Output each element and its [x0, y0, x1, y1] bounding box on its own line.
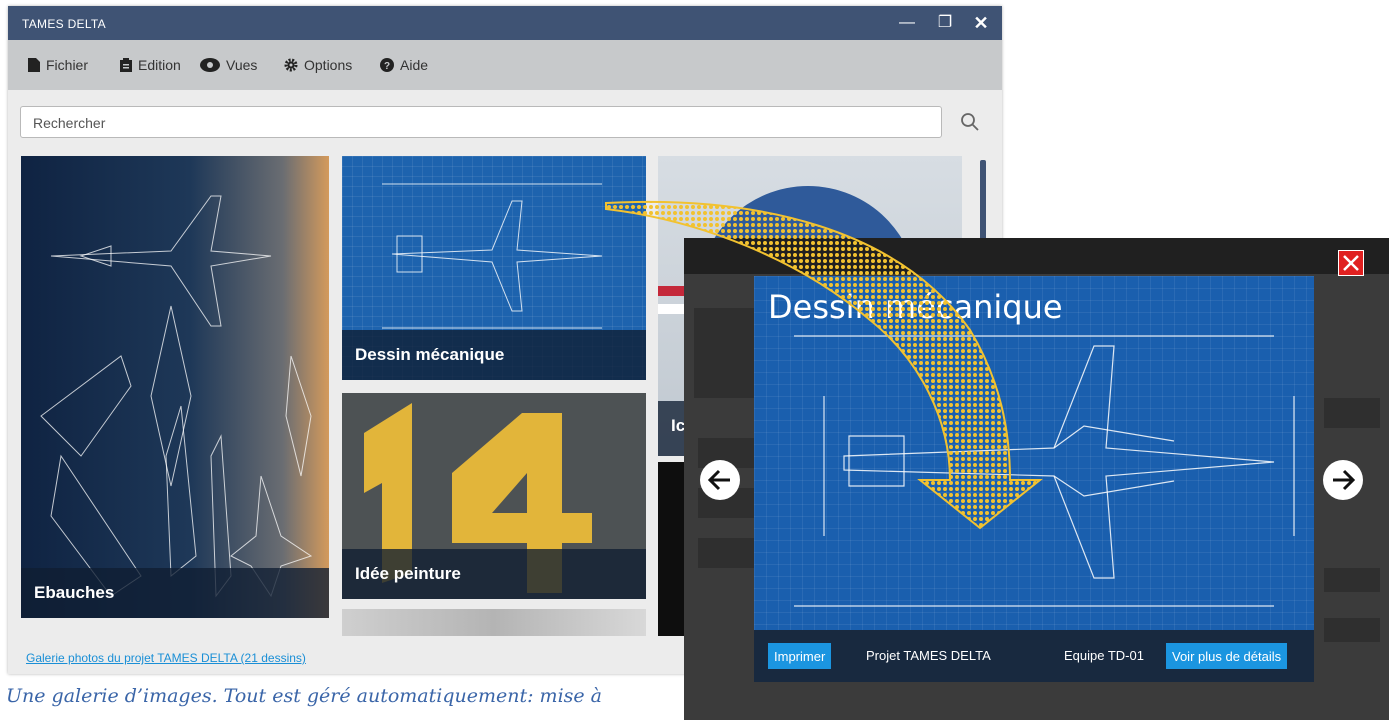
scrollbar-thumb[interactable] — [980, 160, 986, 240]
arrow-left-icon — [707, 469, 730, 491]
project-label: Projet TAMES DELTA — [866, 648, 991, 663]
menu-edition[interactable]: Edition — [120, 57, 181, 73]
window-title: TAMES DELTA — [22, 17, 106, 31]
team-label: Equipe TD-01 — [1064, 648, 1144, 663]
tile-ebauches-label: Ebauches — [21, 568, 329, 618]
print-button[interactable]: Imprimer — [768, 643, 832, 669]
close-button[interactable]: ✕ — [968, 13, 994, 33]
eye-icon — [200, 58, 220, 72]
arrow-right-icon — [1333, 469, 1356, 491]
tile-ebauches[interactable]: Ebauches — [21, 156, 329, 618]
menu-options[interactable]: Options — [284, 57, 352, 73]
lightbox-footer: Imprimer Projet TAMES DELTA Equipe TD-01… — [754, 630, 1314, 682]
menu-bar: Fichier Edition Vues Options ? Aide — [8, 40, 1002, 90]
menu-aide-label: Aide — [400, 57, 429, 73]
lightbox-image: Dessin mécanique Imprimer Projet TAMES D… — [754, 276, 1314, 682]
search-icon[interactable] — [960, 112, 980, 132]
tile-photo-partial[interactable] — [342, 609, 646, 636]
background-button — [698, 538, 758, 568]
next-button[interactable] — [1323, 460, 1363, 500]
background-panel — [1324, 568, 1380, 592]
background-panel — [1324, 618, 1380, 642]
tile-dessin-label: Dessin mécanique — [342, 330, 646, 380]
minimize-button[interactable]: — — [894, 13, 920, 33]
maximize-button[interactable]: ❐ — [932, 13, 958, 33]
lightbox-title: Dessin mécanique — [768, 288, 1063, 326]
file-icon — [28, 58, 40, 72]
menu-fichier[interactable]: Fichier — [28, 57, 88, 73]
tile-idee-label: Idée peinture — [342, 549, 646, 599]
overlay-menu-strip — [684, 238, 1389, 274]
blueprint-drawing-image — [794, 335, 1295, 607]
menu-fichier-label: Fichier — [46, 57, 89, 73]
previous-button[interactable] — [700, 460, 740, 500]
close-icon — [1343, 255, 1359, 271]
gear-icon — [284, 58, 298, 72]
menu-options-label: Options — [304, 57, 353, 73]
help-icon: ? — [380, 58, 394, 72]
tile-idee-peinture[interactable]: Idée peinture — [342, 393, 646, 599]
menu-vues[interactable]: Vues — [200, 57, 257, 73]
svg-text:?: ? — [384, 61, 390, 72]
aircraft-sketch-image — [40, 195, 313, 598]
details-button[interactable]: Voir plus de détails — [1166, 643, 1288, 669]
gallery-link[interactable]: Galerie photos du projet TAMES DELTA (21… — [26, 651, 306, 665]
menu-edition-label: Edition — [138, 57, 181, 73]
title-bar: TAMES DELTA — ❐ ✕ — [8, 6, 1002, 40]
clipboard-icon — [120, 58, 132, 72]
menu-vues-label: Vues — [226, 57, 258, 73]
menu-aide[interactable]: ? Aide — [380, 57, 428, 73]
tile-dessin-mecanique[interactable]: Dessin mécanique — [342, 156, 646, 380]
lightbox-close-button[interactable] — [1338, 250, 1364, 276]
search-input[interactable]: Rechercher — [20, 106, 942, 138]
caption-text: Une galerie d’images. Tout est géré auto… — [6, 685, 603, 707]
background-panel — [1324, 398, 1380, 428]
